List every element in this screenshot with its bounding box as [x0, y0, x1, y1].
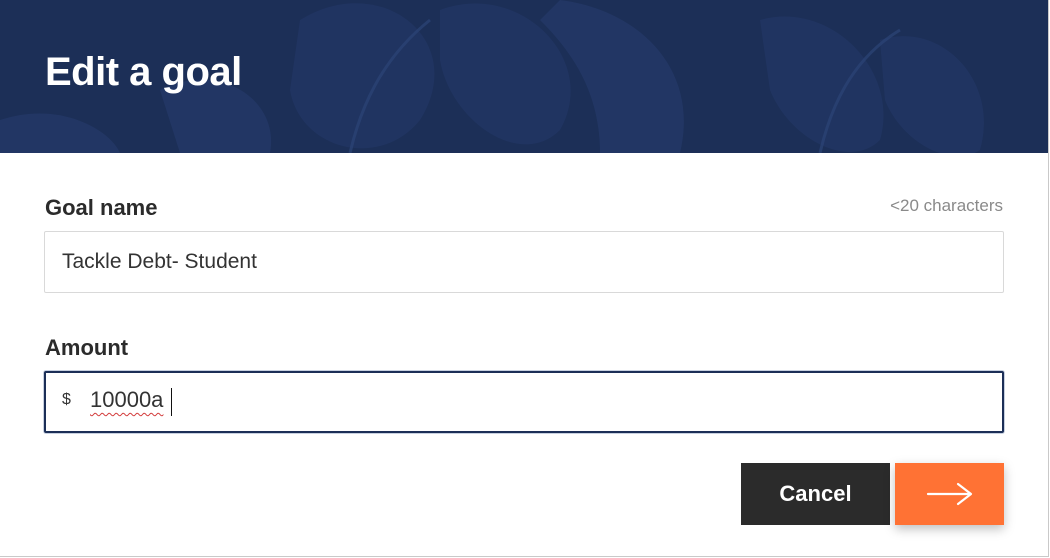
edit-goal-dialog: Edit a goal Goal name <20 characters Amo… — [0, 0, 1049, 557]
arrow-right-icon — [926, 482, 972, 506]
cancel-button[interactable]: Cancel — [741, 463, 890, 525]
goal-name-label: Goal name — [45, 195, 158, 220]
currency-symbol: $ — [62, 391, 71, 408]
dialog-header: Edit a goal — [0, 0, 1048, 153]
goal-name-char-limit-hint: <20 characters — [890, 196, 1003, 215]
dialog-title: Edit a goal — [45, 50, 242, 94]
goal-name-input[interactable] — [62, 232, 982, 292]
amount-field[interactable]: $ 10000a — [44, 371, 1004, 433]
goal-name-field[interactable] — [44, 231, 1004, 293]
text-caret — [171, 388, 172, 416]
amount-label: Amount — [45, 335, 129, 360]
amount-input[interactable]: 10000a — [90, 387, 163, 413]
next-button[interactable] — [895, 463, 1004, 525]
